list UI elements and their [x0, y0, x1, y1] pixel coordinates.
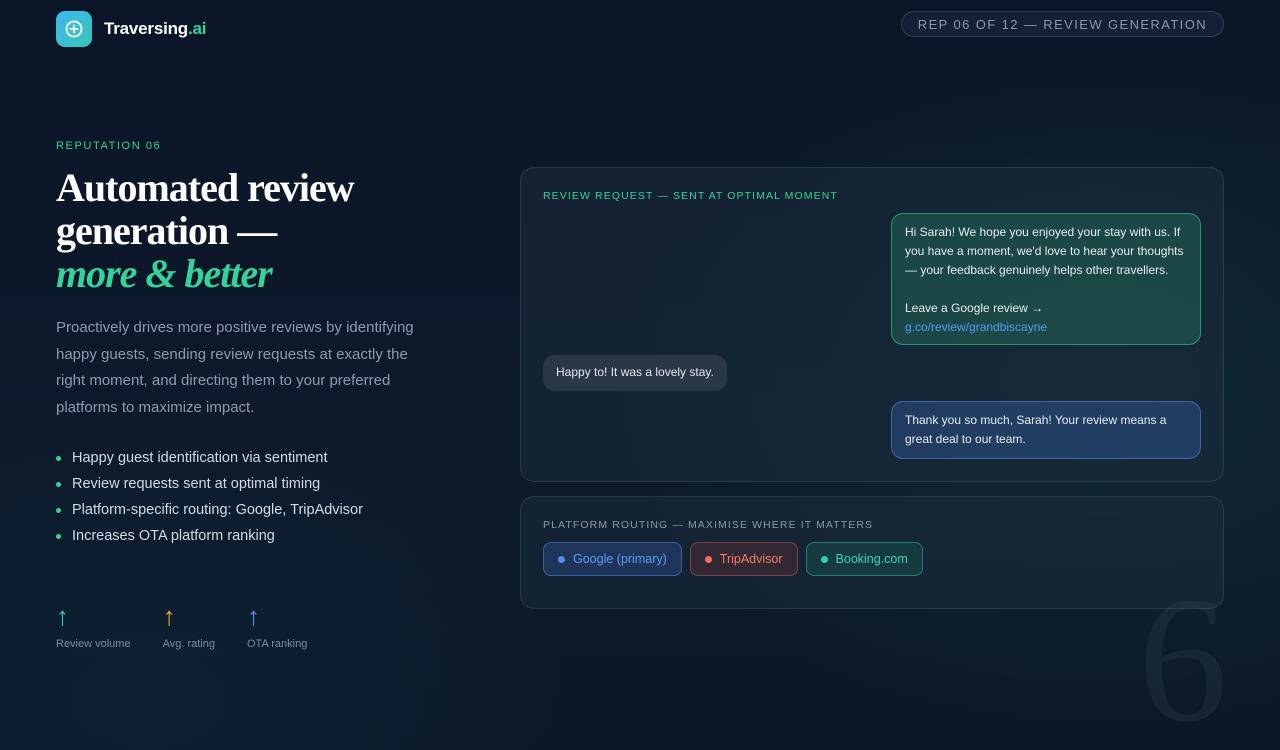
status-dot-icon [820, 555, 828, 563]
platform-chip-tripadvisor[interactable]: TripAdvisor [689, 542, 798, 576]
list-item: Review requests sent at optimal timing [56, 471, 363, 497]
brand-suffix: .ai [188, 19, 207, 38]
platform-routing-card: PLATFORM ROUTING — MAXIMISE WHERE IT MAT… [520, 496, 1224, 609]
status-dot-icon [558, 555, 565, 563]
metric-avg-rating: ↑ Avg. rating [163, 600, 215, 650]
hotel-thanks-bubble: Thank you so much, Sarah! Your review me… [891, 401, 1201, 459]
metric-label: OTA ranking [246, 638, 308, 650]
bullet-dot-icon [56, 507, 61, 513]
page-title: Automated review generation — more & bet… [56, 166, 476, 295]
platform-chip-google[interactable]: Google (primary) [543, 542, 682, 576]
section-eyebrow: REPUTATION 06 [56, 140, 162, 152]
arrow-up-icon: ↑ [246, 601, 260, 631]
feature-list: Happy guest identification via sentiment… [56, 445, 363, 549]
review-link[interactable]: g.co/review/grandbiscayne [905, 320, 1047, 334]
headline-accent: more & better [56, 251, 273, 296]
plus-circle-icon [56, 11, 92, 47]
brand-name: Traversing.ai [104, 19, 207, 38]
hotel-message-text: Hi Sarah! We hope you enjoyed your stay … [905, 225, 1184, 277]
platform-chips: Google (primary) TripAdvisor Booking.com [543, 542, 923, 576]
review-request-card: REVIEW REQUEST — SENT AT OPTIMAL MOMENT … [520, 167, 1224, 482]
status-dot-icon [704, 555, 712, 563]
card-title: PLATFORM ROUTING — MAXIMISE WHERE IT MAT… [543, 519, 874, 531]
description: Proactively drives more positive reviews… [56, 319, 414, 416]
hotel-message-bubble: Hi Sarah! We hope you enjoyed your stay … [891, 213, 1201, 345]
metric-review-volume: ↑ Review volume [56, 600, 131, 650]
bullet-dot-icon [56, 481, 61, 487]
review-cta-text: Leave a Google review → [905, 301, 1044, 315]
metric-ota-ranking: ↑ OTA ranking [247, 600, 307, 650]
metric-label: Avg. rating [162, 638, 215, 650]
arrow-up-icon: ↑ [162, 601, 176, 631]
list-item: Increases OTA platform ranking [56, 523, 363, 549]
list-item: Platform-specific routing: Google, TripA… [56, 497, 363, 523]
guest-reply-bubble: Happy to! It was a lovely stay. [543, 355, 727, 391]
list-item: Happy guest identification via sentiment [56, 445, 363, 471]
arrow-up-icon: ↑ [56, 601, 69, 631]
card-title: REVIEW REQUEST — SENT AT OPTIMAL MOMENT [543, 190, 838, 202]
slide-number-watermark: 6 [1138, 560, 1228, 750]
headline-line-1: Automated review [56, 165, 355, 210]
brand-logo[interactable]: Traversing.ai [56, 11, 207, 47]
bullet-dot-icon [56, 455, 61, 461]
metric-label: Review volume [56, 638, 131, 650]
platform-chip-booking[interactable]: Booking.com [805, 542, 923, 576]
rep-progress-badge: REP 06 OF 12 — REVIEW GENERATION [900, 11, 1224, 37]
impact-metrics: ↑ Review volume ↑ Avg. rating ↑ OTA rank… [56, 600, 307, 650]
headline-line-2: generation — [56, 208, 277, 253]
bullet-dot-icon [56, 533, 61, 539]
